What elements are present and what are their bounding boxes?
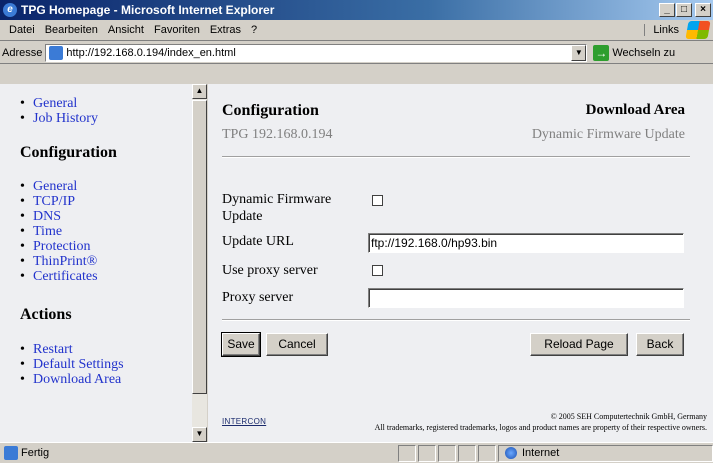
reload-page-button[interactable]: Reload Page bbox=[530, 333, 628, 356]
menu-help[interactable]: ? bbox=[246, 24, 262, 36]
nav-link[interactable]: Download Area bbox=[33, 372, 121, 387]
cancel-button[interactable]: Cancel bbox=[266, 333, 328, 356]
use-proxy-checkbox[interactable] bbox=[372, 265, 383, 276]
go-button[interactable]: → Wechseln zu bbox=[593, 44, 676, 61]
main-frame: Configuration Download Area TPG 192.168.… bbox=[208, 84, 713, 442]
nav-link[interactable]: General bbox=[33, 179, 77, 194]
dynamic-firmware-label-line2: Update bbox=[222, 209, 263, 224]
status-pane bbox=[438, 444, 456, 462]
page-title: Configuration bbox=[222, 102, 319, 119]
header-divider bbox=[222, 156, 690, 158]
intercon-logo[interactable]: INTERCON bbox=[222, 417, 266, 426]
address-field[interactable]: http://192.168.0.194/index_en.html ▼ bbox=[45, 43, 588, 62]
update-url-label: Update URL bbox=[222, 234, 294, 249]
update-url-input[interactable]: ftp://192.168.0/hp93.bin bbox=[368, 233, 684, 253]
window-title: TPG Homepage - Microsoft Internet Explor… bbox=[21, 3, 275, 17]
nav-item-general[interactable]: General bbox=[20, 179, 192, 194]
trademark-line: All trademarks, registered trademarks, l… bbox=[374, 423, 707, 432]
nav-link[interactable]: Restart bbox=[33, 342, 73, 357]
dynamic-firmware-label-line1: Dynamic Firmware bbox=[222, 192, 332, 207]
menu-datei[interactable]: Datei bbox=[4, 24, 40, 36]
nav-link[interactable]: TCP/IP bbox=[33, 194, 75, 209]
dynamic-firmware-label: Dynamic Firmware Update bbox=[222, 191, 331, 225]
zone-label: Internet bbox=[522, 447, 560, 459]
nav-scrollbar[interactable]: ▲ ▼ bbox=[192, 84, 207, 442]
page-icon bbox=[49, 45, 64, 60]
nav-link[interactable]: Default Settings bbox=[33, 357, 124, 372]
menu-ansicht[interactable]: Ansicht bbox=[103, 24, 149, 36]
nav-item-download-area[interactable]: Download Area bbox=[20, 372, 192, 387]
nav-item-thinprint[interactable]: ThinPrint® bbox=[20, 254, 192, 269]
go-arrow-icon: → bbox=[593, 44, 610, 61]
maximize-button[interactable]: □ bbox=[676, 3, 692, 17]
nav-item-restart[interactable]: Restart bbox=[20, 342, 192, 357]
nav-link[interactable]: Protection bbox=[33, 239, 91, 254]
device-subtitle: TPG 192.168.0.194 bbox=[222, 127, 333, 142]
windows-logo-icon bbox=[685, 21, 711, 39]
nav-item-time[interactable]: Time bbox=[20, 224, 192, 239]
internet-zone-icon bbox=[505, 447, 517, 459]
viewport-frame bbox=[0, 64, 713, 84]
section-title: Download Area bbox=[585, 102, 685, 118]
scrollbar-thumb[interactable] bbox=[192, 100, 207, 394]
nav-link[interactable]: Time bbox=[33, 224, 62, 239]
page-done-icon bbox=[4, 446, 18, 460]
menu-bearbeiten[interactable]: Bearbeiten bbox=[40, 24, 103, 36]
security-zone[interactable]: Internet bbox=[498, 444, 713, 462]
close-button[interactable]: × bbox=[695, 3, 711, 17]
nav-link[interactable]: General bbox=[33, 96, 77, 111]
proxy-server-label: Proxy server bbox=[222, 290, 294, 305]
nav-top-list: General Job History bbox=[0, 96, 192, 126]
status-text: Fertig bbox=[21, 447, 50, 459]
go-label: Wechseln zu bbox=[612, 46, 676, 59]
actions-heading: Actions bbox=[20, 306, 72, 323]
dynamic-firmware-checkbox[interactable] bbox=[372, 195, 383, 206]
configuration-heading: Configuration bbox=[20, 144, 117, 161]
back-button[interactable]: Back bbox=[636, 333, 684, 356]
chevron-down-icon[interactable]: ▼ bbox=[571, 44, 587, 61]
menu-bar: Datei Bearbeiten Ansicht Favoriten Extra… bbox=[0, 20, 713, 41]
scroll-up-arrow-icon[interactable]: ▲ bbox=[192, 84, 207, 99]
links-button[interactable]: Links bbox=[644, 24, 687, 36]
copyright-line: © 2005 SEH Computertechnik GmbH, Germany bbox=[550, 412, 707, 421]
status-pane bbox=[478, 444, 496, 462]
address-label: Adresse bbox=[2, 46, 43, 59]
nav-item-job-history[interactable]: Job History bbox=[20, 111, 192, 126]
internet-explorer-icon: e bbox=[3, 3, 17, 17]
proxy-server-input[interactable] bbox=[368, 288, 684, 308]
scroll-down-arrow-icon[interactable]: ▼ bbox=[192, 427, 207, 442]
nav-item-default-settings[interactable]: Default Settings bbox=[20, 357, 192, 372]
copyright-notice: © 2005 SEH Computertechnik GmbH, Germany… bbox=[375, 411, 707, 433]
nav-link[interactable]: Certificates bbox=[33, 269, 98, 284]
nav-item-certificates[interactable]: Certificates bbox=[20, 269, 192, 284]
use-proxy-label: Use proxy server bbox=[222, 263, 318, 278]
menu-favoriten[interactable]: Favoriten bbox=[149, 24, 205, 36]
menu-extras[interactable]: Extras bbox=[205, 24, 246, 36]
nav-link[interactable]: DNS bbox=[33, 209, 61, 224]
status-pane bbox=[458, 444, 476, 462]
nav-configuration-list: General TCP/IP DNS Time Protection ThinP… bbox=[0, 179, 192, 284]
status-pane bbox=[398, 444, 416, 462]
status-pane bbox=[418, 444, 436, 462]
minimize-button[interactable]: _ bbox=[659, 3, 675, 17]
address-bar: Adresse http://192.168.0.194/index_en.ht… bbox=[0, 42, 713, 64]
nav-item-dns[interactable]: DNS bbox=[20, 209, 192, 224]
save-button[interactable]: Save bbox=[221, 332, 261, 357]
nav-actions-list: Restart Default Settings Download Area bbox=[0, 342, 192, 387]
section-subtitle: Dynamic Firmware Update bbox=[531, 127, 685, 142]
navigation-frame: General Job History Configuration Genera… bbox=[0, 84, 192, 442]
address-url[interactable]: http://192.168.0.194/index_en.html bbox=[66, 47, 571, 59]
form-divider bbox=[222, 319, 690, 321]
status-bar: Fertig Internet bbox=[0, 442, 713, 463]
nav-item-general-top[interactable]: General bbox=[20, 96, 192, 111]
nav-link[interactable]: Job History bbox=[33, 111, 98, 126]
nav-item-protection[interactable]: Protection bbox=[20, 239, 192, 254]
nav-link[interactable]: ThinPrint® bbox=[33, 254, 97, 269]
nav-item-tcpip[interactable]: TCP/IP bbox=[20, 194, 192, 209]
window-titlebar[interactable]: e TPG Homepage - Microsoft Internet Expl… bbox=[0, 0, 713, 20]
window-controls: _ □ × bbox=[658, 3, 711, 17]
